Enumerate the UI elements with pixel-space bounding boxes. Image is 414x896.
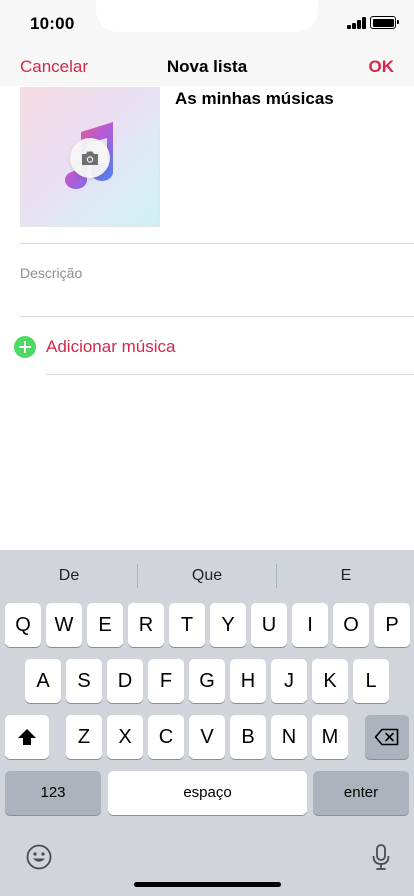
- plus-circle-icon: [14, 336, 36, 358]
- key-t[interactable]: T: [169, 603, 205, 647]
- key-k[interactable]: K: [312, 659, 348, 703]
- key-c[interactable]: C: [148, 715, 184, 759]
- return-key[interactable]: enter: [313, 771, 409, 815]
- status-bar: 10:00: [0, 0, 414, 48]
- key-p[interactable]: P: [374, 603, 410, 647]
- emoji-icon[interactable]: [25, 843, 53, 871]
- key-x[interactable]: X: [107, 715, 143, 759]
- key-z[interactable]: Z: [66, 715, 102, 759]
- key-s[interactable]: S: [66, 659, 102, 703]
- backspace-key[interactable]: [365, 715, 409, 759]
- key-g[interactable]: G: [189, 659, 225, 703]
- key-v[interactable]: V: [189, 715, 225, 759]
- ok-button[interactable]: OK: [369, 57, 395, 77]
- key-h[interactable]: H: [230, 659, 266, 703]
- key-f[interactable]: F: [148, 659, 184, 703]
- key-o[interactable]: O: [333, 603, 369, 647]
- key-j[interactable]: J: [271, 659, 307, 703]
- playlist-artwork[interactable]: [20, 87, 160, 227]
- key-d[interactable]: D: [107, 659, 143, 703]
- battery-icon: [370, 16, 399, 29]
- status-time: 10:00: [30, 14, 75, 33]
- divider: [20, 243, 414, 244]
- microphone-icon[interactable]: [371, 843, 391, 871]
- key-l[interactable]: L: [353, 659, 389, 703]
- key-n[interactable]: N: [271, 715, 307, 759]
- shift-icon: [18, 729, 36, 745]
- shift-key[interactable]: [5, 715, 49, 759]
- space-key[interactable]: espaço: [108, 771, 307, 815]
- key-b[interactable]: B: [230, 715, 266, 759]
- key-u[interactable]: U: [251, 603, 287, 647]
- playlist-title-field[interactable]: As minhas músicas: [175, 89, 334, 109]
- divider: [46, 374, 414, 375]
- cellular-signal-icon: [347, 17, 367, 29]
- description-field[interactable]: Descrição: [20, 265, 82, 281]
- key-m[interactable]: M: [312, 715, 348, 759]
- key-i[interactable]: I: [292, 603, 328, 647]
- home-indicator: [134, 882, 281, 887]
- key-a[interactable]: A: [25, 659, 61, 703]
- page-title: Nova lista: [166, 57, 248, 76]
- suggestion-2[interactable]: Que: [138, 567, 276, 585]
- suggestion-1[interactable]: De: [0, 567, 138, 585]
- backspace-icon: [374, 728, 399, 746]
- notch: [96, 0, 318, 32]
- key-y[interactable]: Y: [210, 603, 246, 647]
- key-q[interactable]: Q: [5, 603, 41, 647]
- numbers-key[interactable]: 123: [5, 771, 101, 815]
- suggestion-3[interactable]: E: [277, 567, 414, 585]
- key-r[interactable]: R: [128, 603, 164, 647]
- nav-bar: Cancelar Nova lista OK: [0, 48, 414, 86]
- keyboard: De Que E Q W E R T Y U I O P A S D F G H…: [0, 550, 414, 896]
- camera-icon: [82, 151, 98, 165]
- key-e[interactable]: E: [87, 603, 123, 647]
- key-w[interactable]: W: [46, 603, 82, 647]
- add-music-label: Adicionar música: [46, 337, 176, 356]
- change-photo-button[interactable]: [70, 138, 110, 178]
- divider: [20, 316, 414, 317]
